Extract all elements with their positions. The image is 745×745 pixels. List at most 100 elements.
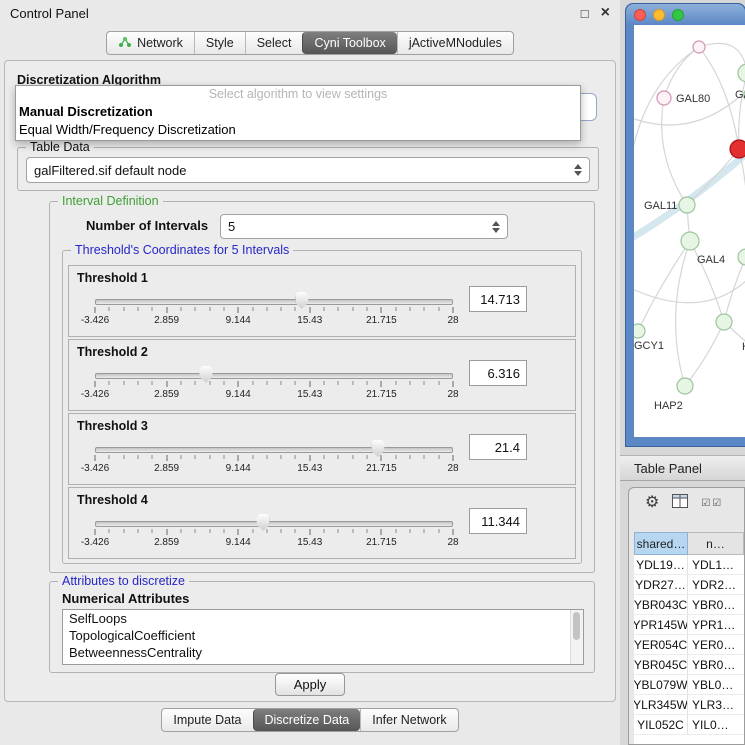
slider-track[interactable] (95, 299, 453, 305)
combo-arrows-icon (574, 164, 582, 176)
network-node[interactable] (716, 314, 732, 330)
network-edge (676, 241, 690, 386)
table-row[interactable]: YBR045CYBR0… (634, 655, 744, 675)
float-icon[interactable]: □ (581, 6, 589, 21)
network-node[interactable] (677, 378, 693, 394)
slider-track[interactable] (95, 373, 453, 379)
tab-infer-network[interactable]: Infer Network (360, 709, 457, 731)
table-data-combobox[interactable]: galFiltered.sif default node (26, 157, 590, 183)
table-cell: YDL19… (634, 555, 688, 574)
table-cell: YIL0… (688, 715, 744, 734)
table-row[interactable]: YER054CYER0… (634, 635, 744, 655)
dropdown-option-manual-discretization[interactable]: Manual Discretization (16, 103, 580, 121)
table-row[interactable]: YLR345WYLR3… (634, 695, 744, 715)
attribute-list-item[interactable]: BetweennessCentrality (63, 644, 583, 661)
table-row[interactable]: YDR27…YDR2… (634, 575, 744, 595)
combo-arrows-icon (492, 221, 500, 233)
numerical-attributes-list[interactable]: SelfLoopsTopologicalCoefficientBetweenne… (62, 609, 584, 665)
column-selector-icon[interactable] (672, 494, 688, 513)
apply-button[interactable]: Apply (275, 673, 345, 696)
scale-tick-label: -3.426 (81, 537, 109, 548)
tab-discretize-data[interactable]: Discretize Data (253, 709, 361, 731)
bottom-tabbar: Impute Data Discretize Data Infer Networ… (0, 708, 620, 732)
threshold-4-box: Threshold 4 -3.4262.8599.14415.4321.7152… (68, 487, 576, 559)
threshold-2-slider[interactable]: -3.4262.8599.14415.4321.71528 (89, 364, 459, 408)
table-data-value: galFiltered.sif default node (34, 163, 186, 178)
list-scrollbar[interactable] (570, 610, 583, 664)
network-node[interactable] (730, 140, 745, 158)
threshold-1-label: Threshold 1 (77, 271, 148, 285)
threshold-4-value-field[interactable]: 11.344 (469, 508, 527, 534)
algorithm-dropdown-popup: Select algorithm to view settings Manual… (15, 85, 581, 141)
table-panel-window: ⚙ ☑☑ shared… n… YDL19…YDL1…YDR27…YDR2…YB… (628, 487, 745, 745)
table-cell: YPR1… (688, 615, 744, 634)
numerical-attributes-label: Numerical Attributes (62, 591, 189, 606)
network-edge (634, 153, 745, 239)
scale-tick-label: 15.43 (297, 463, 322, 474)
tab-impute-data[interactable]: Impute Data (162, 709, 252, 731)
network-node[interactable] (634, 324, 645, 338)
threshold-2-label: Threshold 2 (77, 345, 148, 359)
column-header-shared-name[interactable]: shared… (634, 532, 688, 555)
slider-scale: -3.4262.8599.14415.4321.71528 (95, 537, 453, 549)
threshold-1-slider[interactable]: -3.4262.8599.14415.4321.71528 (89, 290, 459, 334)
network-node[interactable] (681, 232, 699, 250)
screen: Control Panel □ × Network Style Select C… (0, 0, 745, 745)
table-cell: YBL079W (634, 675, 688, 694)
threshold-3-box: Threshold 3 -3.4262.8599.14415.4321.7152… (68, 413, 576, 485)
number-of-intervals-combobox[interactable]: 5 (220, 214, 508, 239)
attribute-list-item[interactable]: TopologicalCoefficient (63, 627, 583, 644)
select-all-checkboxes-icon[interactable]: ☑☑ (701, 498, 723, 509)
table-row[interactable]: YBL079WYBL0… (634, 675, 744, 695)
threshold-3-slider[interactable]: -3.4262.8599.14415.4321.71528 (89, 438, 459, 482)
close-icon[interactable]: × (601, 5, 610, 21)
network-node[interactable] (738, 249, 745, 265)
table-cell: YBL0… (688, 675, 744, 694)
tab-network[interactable]: Network (107, 32, 194, 54)
slider-track[interactable] (95, 447, 453, 453)
gear-icon[interactable]: ⚙ (645, 495, 659, 511)
minimize-traffic-light[interactable] (653, 9, 665, 21)
table-toolbar: ⚙ ☑☑ (629, 488, 744, 518)
table-row[interactable]: YBR043CYBR0… (634, 595, 744, 615)
scale-tick-label: 9.144 (226, 315, 251, 326)
dropdown-option-equal-width-frequency[interactable]: Equal Width/Frequency Discretization (16, 121, 580, 139)
list-items: SelfLoopsTopologicalCoefficientBetweenne… (63, 610, 583, 661)
table-data-group: Table Data galFiltered.sif default node (17, 147, 599, 191)
table-row[interactable]: YDL19…YDL1… (634, 555, 744, 575)
threshold-4-slider[interactable]: -3.4262.8599.14415.4321.71528 (89, 512, 459, 556)
tab-jactivemnodules[interactable]: jActiveMNodules (397, 32, 513, 54)
table-cell: YBR043C (634, 595, 688, 614)
table-cell: YLR3… (688, 695, 744, 714)
control-panel: Control Panel □ × Network Style Select C… (0, 0, 621, 745)
slider-track[interactable] (95, 521, 453, 527)
tab-label: Style (206, 36, 234, 50)
tab-style[interactable]: Style (194, 32, 245, 54)
column-header-name[interactable]: n… (688, 532, 744, 555)
table-cell: YIL052C (634, 715, 688, 734)
table-row[interactable]: YPR145WYPR1… (634, 615, 744, 635)
tab-label: jActiveMNodules (409, 36, 502, 50)
threshold-1-value-field[interactable]: 14.713 (469, 286, 527, 312)
scrollbar-thumb[interactable] (573, 612, 580, 640)
attribute-list-item[interactable]: SelfLoops (63, 610, 583, 627)
threshold-3-value-field[interactable]: 21.4 (469, 434, 527, 460)
tab-cyni-toolbox[interactable]: Cyni Toolbox (302, 32, 396, 54)
tab-label: Impute Data (173, 713, 241, 727)
table-row[interactable]: YIL052CYIL0… (634, 715, 744, 735)
tab-select[interactable]: Select (245, 32, 303, 54)
network-node[interactable] (693, 41, 705, 53)
close-traffic-light[interactable] (634, 9, 646, 21)
scale-tick-label: 15.43 (297, 315, 322, 326)
slider-ticks (95, 455, 453, 462)
network-node[interactable] (679, 197, 695, 213)
network-node[interactable] (738, 64, 745, 82)
slider-scale: -3.4262.8599.14415.4321.71528 (95, 389, 453, 401)
threshold-2-value-field[interactable]: 6.316 (469, 360, 527, 386)
scale-tick-label: 21.715 (366, 537, 397, 548)
network-canvas[interactable]: GAL80GAGAL11GAL4GCY1HHAP2 (634, 25, 745, 437)
attributes-group-label: Attributes to discretize (58, 574, 189, 588)
zoom-traffic-light[interactable] (672, 9, 684, 21)
node-label: HAP2 (654, 400, 683, 412)
network-node[interactable] (657, 91, 671, 105)
